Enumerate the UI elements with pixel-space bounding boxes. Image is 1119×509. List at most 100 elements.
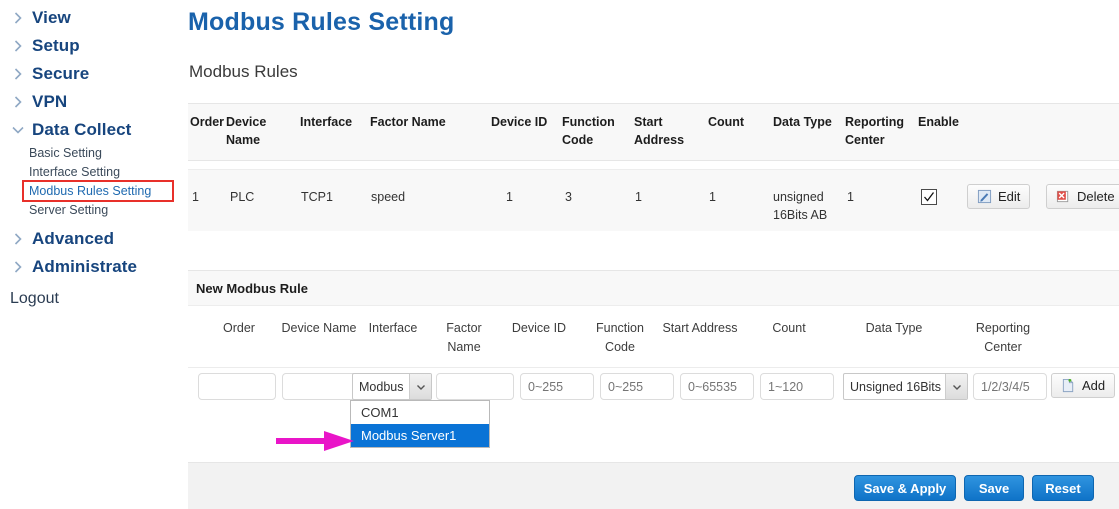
sidebar-item-label: Data Collect (32, 120, 131, 140)
delete-button[interactable]: Delete (1046, 184, 1119, 209)
sidebar-subnav: Basic Setting Interface Setting Modbus R… (0, 144, 186, 220)
data-type-select[interactable]: Unsigned 16Bits (843, 373, 968, 400)
sidebar-item-vpn[interactable]: VPN (0, 88, 186, 116)
add-button[interactable]: Add (1051, 373, 1115, 398)
edit-pencil-icon (977, 189, 992, 204)
interface-select-value: Modbus (353, 380, 409, 394)
chevron-down-icon (945, 374, 967, 399)
save-and-apply-button[interactable]: Save & Apply (854, 475, 956, 501)
device-name-input[interactable] (282, 373, 360, 400)
sidebar-item-label: Administrate (32, 257, 137, 277)
function-code-input[interactable] (600, 373, 674, 400)
new-col-start-address: Start Address (661, 319, 739, 338)
chevron-right-icon (10, 66, 26, 82)
new-document-icon (1061, 378, 1076, 393)
sidebar-item-interface-setting[interactable]: Interface Setting (0, 163, 186, 182)
col-data-type: Data Type (773, 113, 832, 131)
modbus-rules-table: Order Device Name Interface Factor Name … (188, 103, 1119, 231)
reporting-center-input[interactable] (973, 373, 1047, 400)
dropdown-option-modbus-server1[interactable]: Modbus Server1 (351, 424, 489, 447)
sidebar-item-label: Setup (32, 36, 80, 56)
cell-reporting-center: 1 (847, 188, 854, 206)
new-col-order: Order (200, 319, 278, 338)
col-device-name: Device Name (226, 113, 286, 149)
chevron-right-icon (10, 259, 26, 275)
count-input[interactable] (760, 373, 834, 400)
col-reporting-center: Reporting Center (845, 113, 907, 149)
cell-factor-name: speed (371, 188, 405, 206)
chevron-down-icon (10, 122, 26, 138)
sidebar-item-secure[interactable]: Secure (0, 60, 186, 88)
table-row: 1 PLC TCP1 speed 1 3 1 1 unsigned 16Bits… (188, 169, 1119, 231)
page-title: Modbus Rules Setting (188, 8, 455, 37)
interface-select[interactable]: Modbus (352, 373, 432, 400)
start-address-input[interactable] (680, 373, 754, 400)
check-icon (923, 191, 935, 203)
sidebar-item-label: Secure (32, 64, 89, 84)
cell-function-code: 3 (565, 188, 572, 206)
cell-interface: TCP1 (301, 188, 333, 206)
interface-dropdown-menu[interactable]: COM1 Modbus Server1 (350, 400, 490, 448)
order-input[interactable] (198, 373, 276, 400)
main-content: Modbus Rules Setting Modbus Rules Order … (186, 0, 1119, 509)
device-id-input[interactable] (520, 373, 594, 400)
delete-button-label: Delete (1077, 189, 1115, 204)
new-col-reporting-center: Reporting Center (958, 319, 1048, 357)
sidebar-item-advanced[interactable]: Advanced (0, 225, 186, 253)
enable-checkbox[interactable] (921, 189, 937, 205)
sidebar-item-administrate[interactable]: Administrate (0, 253, 186, 281)
sidebar-item-view[interactable]: View (0, 4, 186, 32)
footer-action-bar: Save & Apply Save Reset (188, 462, 1119, 509)
col-order: Order (190, 113, 224, 131)
factor-name-input[interactable] (436, 373, 514, 400)
sidebar-item-label: VPN (32, 92, 67, 112)
section-title: Modbus Rules (189, 62, 298, 82)
edit-button-label: Edit (998, 189, 1020, 204)
edit-button[interactable]: Edit (967, 184, 1030, 209)
cell-data-type: unsigned 16Bits AB (773, 188, 835, 224)
new-col-data-type: Data Type (846, 319, 942, 338)
col-function-code: Function Code (562, 113, 614, 149)
chevron-down-icon (409, 374, 431, 399)
col-enable: Enable (918, 113, 959, 131)
new-rule-input-row: Modbus Unsigned 16Bits (188, 368, 1119, 412)
cell-device-name: PLC (230, 188, 254, 206)
sidebar-item-basic-setting[interactable]: Basic Setting (0, 144, 186, 163)
new-col-function-code: Function Code (584, 319, 656, 357)
col-factor-name: Factor Name (370, 113, 446, 131)
cell-count: 1 (709, 188, 716, 206)
annotation-arrow-icon (274, 428, 358, 454)
sidebar-item-data-collect[interactable]: Data Collect (0, 116, 186, 144)
col-device-id: Device ID (491, 113, 547, 131)
col-interface: Interface (300, 113, 352, 131)
data-type-select-value: Unsigned 16Bits (844, 380, 945, 394)
chevron-right-icon (10, 94, 26, 110)
reset-button[interactable]: Reset (1032, 475, 1094, 501)
sidebar-nav: View Setup Secure VPN (0, 4, 186, 308)
table-header-row: Order Device Name Interface Factor Name … (188, 103, 1119, 161)
sidebar-item-server-setting[interactable]: Server Setting (0, 201, 186, 220)
sidebar: View Setup Secure VPN (0, 0, 186, 509)
new-rule-section-header: New Modbus Rule (188, 270, 1119, 306)
col-count: Count (708, 113, 744, 131)
cell-start-address: 1 (635, 188, 642, 206)
app-root: View Setup Secure VPN (0, 0, 1119, 509)
sidebar-item-label: Advanced (32, 229, 114, 249)
sidebar-item-setup[interactable]: Setup (0, 32, 186, 60)
table-gap (188, 161, 1119, 169)
sidebar-item-modbus-rules-setting[interactable]: Modbus Rules Setting (0, 182, 186, 201)
chevron-right-icon (10, 231, 26, 247)
delete-x-icon (1056, 189, 1071, 204)
logout-link[interactable]: Logout (0, 290, 186, 308)
new-rule-header-row: Order Device Name Interface Factor Name … (188, 306, 1119, 368)
chevron-right-icon (10, 38, 26, 54)
cell-device-id: 1 (506, 188, 513, 206)
new-col-count: Count (750, 319, 828, 338)
chevron-right-icon (10, 10, 26, 26)
add-button-label: Add (1082, 378, 1105, 393)
cell-order: 1 (192, 188, 199, 206)
dropdown-option-com1[interactable]: COM1 (351, 401, 489, 424)
new-rule-section-label: New Modbus Rule (196, 281, 308, 296)
col-start-address: Start Address (634, 113, 692, 149)
save-button[interactable]: Save (964, 475, 1024, 501)
